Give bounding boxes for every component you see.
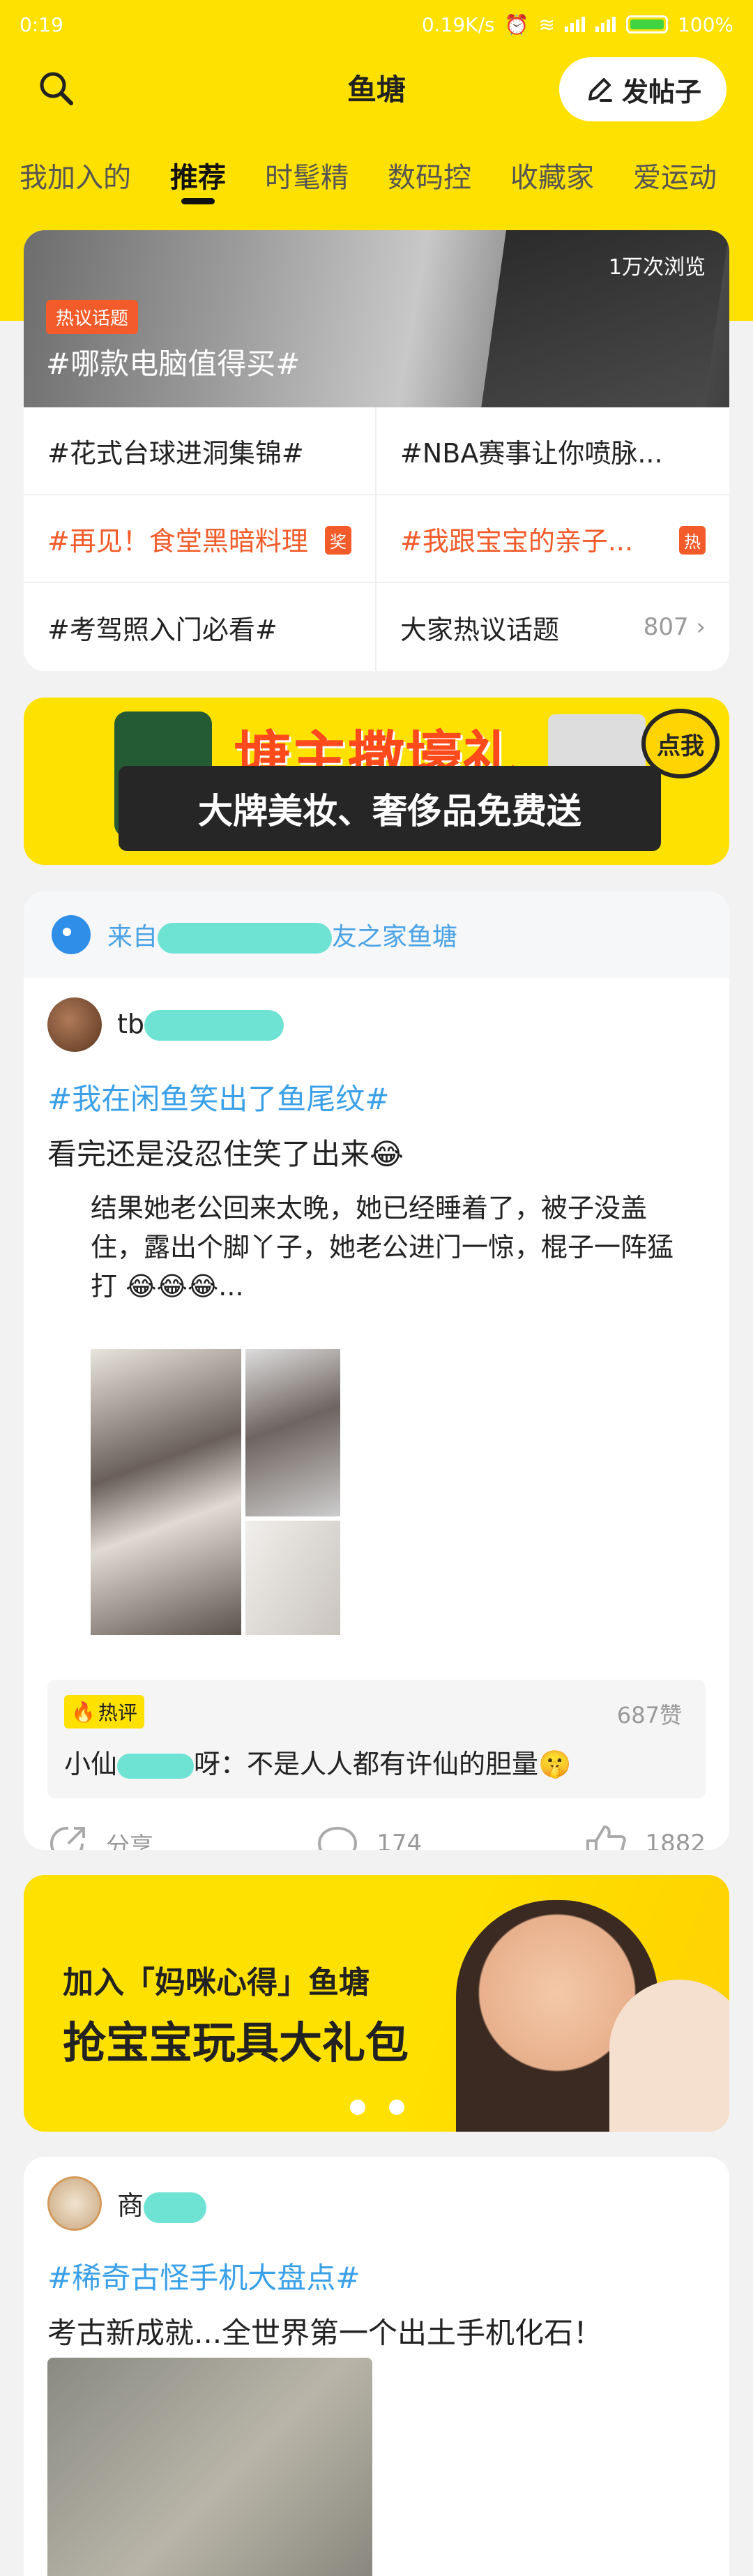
post-author[interactable]: 商	[24, 2157, 729, 2250]
carousel-dot[interactable]	[350, 2100, 365, 2115]
tab-joined[interactable]: 我加入的	[20, 140, 131, 195]
post-text: 看完还是没忍住笑了出来😂	[47, 1137, 404, 1171]
topic-item[interactable]: #花式台球进洞集锦#	[24, 407, 376, 495]
post-actions: 分享 174 1882	[24, 1798, 729, 1850]
post-image[interactable]	[47, 2358, 372, 2576]
post-author[interactable]: tb	[24, 978, 729, 1071]
post-topic-tag[interactable]: #我在闲鱼笑出了鱼尾纹#	[24, 1076, 729, 1118]
reward-badge: 奖	[325, 526, 351, 555]
topic-label: #我跟宝宝的亲子...	[400, 525, 634, 557]
topic-label: #NBA赛事让你喷脉...	[400, 437, 663, 469]
hot-topics-card: 1万次浏览 热议话题 #哪款电脑值得买# #花式台球进洞集锦# #NBA赛事让你…	[24, 230, 729, 671]
topic-item[interactable]: #NBA赛事让你喷脉...	[376, 407, 729, 495]
quoted-text: 结果她老公回来太晚，她已经睡着了，被子没盖住，露出个脚丫子，她老公进门一惊，棍子…	[91, 1193, 674, 1302]
photo-feet	[245, 1349, 340, 1516]
status-bar: 0:19 0.19K/s ⏰ ≋ 100%	[0, 0, 753, 49]
hot-topic-title: #哪款电脑值得买#	[46, 347, 301, 381]
create-post-label: 发帖子	[621, 76, 701, 107]
pond-icon	[52, 915, 91, 954]
like-button[interactable]: 1882	[584, 1823, 706, 1850]
blurred-text	[144, 1010, 284, 1041]
pencil-icon	[588, 78, 612, 102]
promo-line2: 抢宝宝玩具大礼包	[63, 2017, 409, 2068]
promo-banner-gifts[interactable]: 塘主撒壕礼 大牌美妆、奢侈品免费送 点我	[24, 698, 729, 865]
battery-icon	[625, 15, 668, 33]
tab-sports[interactable]: 爱运动	[633, 140, 717, 195]
post-text: 考古新成就...全世界第一个出土手机化石！	[47, 2316, 603, 2350]
tab-recommended[interactable]: 推荐	[170, 140, 226, 195]
status-time: 0:19	[20, 13, 63, 36]
promo-subtitle: 大牌美妆、奢侈品免费送	[119, 766, 661, 851]
category-tabs: 我加入的 推荐 时髦精 数码控 收藏家 爱运动	[0, 140, 753, 216]
source-label: 来自 友之家鱼塘	[107, 917, 457, 954]
thumbs-up-icon	[586, 1825, 627, 1850]
app-header: 鱼塘 发帖子	[0, 49, 753, 126]
page-title: 鱼塘	[347, 72, 406, 107]
topic-label: #再见！食堂黑暗料理	[47, 525, 308, 557]
photo-sheet	[245, 1521, 340, 1635]
share-button[interactable]: 分享	[47, 1823, 153, 1850]
source-pond-bar[interactable]: 来自 友之家鱼塘	[24, 891, 729, 978]
topic-label: #考驾照入门必看#	[47, 614, 277, 645]
avatar[interactable]	[47, 997, 102, 1052]
photo-legs	[91, 1349, 241, 1635]
blurred-text	[144, 2192, 207, 2223]
post-card-2: 商 #稀奇古怪手机大盘点# 考古新成就...全世界第一个出土手机化石！	[24, 2157, 729, 2576]
hot-topic-banner[interactable]: 1万次浏览 热议话题 #哪款电脑值得买#	[24, 230, 729, 407]
topic-item[interactable]: #再见！食堂黑暗料理奖	[24, 495, 376, 583]
topic-count: 807 ›	[643, 613, 706, 641]
baby-photo	[609, 1980, 729, 2132]
avatar[interactable]	[47, 2176, 102, 2231]
post-image[interactable]: 结果她老公回来太晚，她已经睡着了，被子没盖住，露出个脚丫子，她老公进门一惊，棍子…	[47, 1189, 706, 1663]
post-topic-tag[interactable]: #稀奇古怪手机大盘点#	[24, 2254, 729, 2297]
comment-button[interactable]: 174	[315, 1823, 422, 1850]
author-name: tb	[117, 1009, 284, 1041]
network-speed: 0.19K/s	[421, 13, 495, 36]
carousel-dot[interactable]	[389, 2100, 404, 2115]
hot-comment-likes: 687赞	[616, 1702, 682, 1728]
wifi-icon: ≋	[538, 13, 555, 36]
author-name: 商	[117, 2184, 207, 2223]
alarm-icon: ⏰	[504, 13, 529, 36]
topic-item[interactable]: #我跟宝宝的亲子... 热	[376, 495, 729, 583]
tab-fashion[interactable]: 时髦精	[265, 140, 349, 195]
blurred-text	[117, 1753, 195, 1779]
topic-label: #花式台球进洞集锦#	[47, 437, 304, 469]
fire-icon: 🔥	[71, 1700, 96, 1724]
view-count: 1万次浏览	[608, 255, 706, 280]
comment-icon	[318, 1826, 358, 1850]
topic-grid: #花式台球进洞集锦# #NBA赛事让你喷脉... #再见！食堂黑暗料理奖 #我跟…	[24, 407, 729, 671]
tap-me-button[interactable]: 点我	[641, 709, 720, 778]
signal-icon	[564, 17, 586, 32]
comment-count: 174	[376, 1830, 423, 1850]
like-count: 1882	[645, 1830, 706, 1850]
share-label: 分享	[106, 1832, 153, 1851]
hot-comment[interactable]: 🔥 热评 687赞 小仙 呀：不是人人都有许仙的胆量🤫	[47, 1680, 706, 1798]
hot-comment-text: 小仙 呀：不是人人都有许仙的胆量🤫	[64, 1749, 572, 1779]
promo-line1: 加入「妈咪心得」鱼塘	[63, 1965, 370, 2001]
tab-collector[interactable]: 收藏家	[510, 140, 594, 195]
create-post-button[interactable]: 发帖子	[559, 57, 727, 121]
hot-topic-badge: 热议话题	[46, 300, 139, 334]
search-icon[interactable]	[36, 68, 75, 107]
topic-label: 大家热议话题	[400, 614, 560, 645]
signal-icon-2	[595, 17, 616, 32]
hot-badge: 热	[679, 526, 706, 555]
battery-level: 100%	[677, 13, 733, 36]
topic-item[interactable]: #考驾照入门必看#	[24, 583, 376, 671]
share-icon	[50, 1826, 85, 1850]
promo-banner-mommy[interactable]: 加入「妈咪心得」鱼塘 抢宝宝玩具大礼包	[24, 1875, 729, 2132]
blurred-text	[158, 922, 333, 954]
post-card: 来自 友之家鱼塘 tb #我在闲鱼笑出了鱼尾纹# 看完还是没忍住笑了出来😂 结果她…	[24, 891, 729, 1850]
all-topics-link[interactable]: 大家热议话题 807 ›	[376, 583, 729, 671]
tab-digital[interactable]: 数码控	[388, 140, 471, 195]
hot-comment-badge: 🔥 热评	[64, 1695, 144, 1728]
